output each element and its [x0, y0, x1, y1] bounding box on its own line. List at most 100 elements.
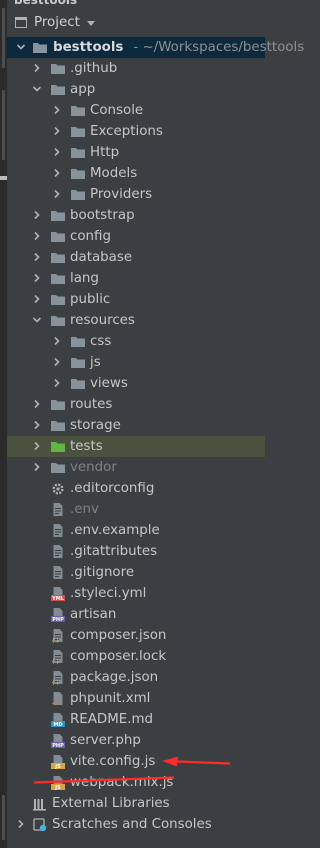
tool-window-tab[interactable]: [2, 90, 5, 160]
md-file-icon: MD: [51, 712, 65, 727]
tree-file-server-php[interactable]: PHP server.php: [7, 730, 265, 751]
tree-item-label: artisan: [70, 607, 117, 622]
chevron-right-icon[interactable]: [52, 126, 62, 136]
tree-file-external-libraries[interactable]: External Libraries: [7, 793, 265, 814]
tree-folder-besttools[interactable]: besttools - ~/Workspaces/besttools: [7, 37, 304, 58]
tree-item-label: .env: [70, 502, 99, 517]
tree-folder-models[interactable]: Models: [7, 163, 265, 184]
tree-folder-routes[interactable]: routes: [7, 394, 265, 415]
chevron-down-icon[interactable]: [32, 315, 42, 325]
chevron-right-icon[interactable]: [16, 819, 26, 829]
tree-file-phpunit-xml[interactable]: <> phpunit.xml: [7, 688, 265, 709]
tree-file-composer-json[interactable]: {} composer.json: [7, 625, 265, 646]
scratches-icon: [33, 817, 47, 832]
tree-item-label: storage: [70, 418, 121, 433]
tree-file-vite-config-js[interactable]: JS vite.config.js: [7, 751, 265, 772]
tree-file-gitattributes[interactable]: .gitattributes: [7, 541, 265, 562]
tree-folder-js[interactable]: js: [7, 352, 265, 373]
folder-icon: [51, 441, 65, 452]
svg-text:PHP: PHP: [52, 743, 64, 748]
folder-icon: [51, 462, 65, 473]
tree-item-label: .gitignore: [70, 565, 135, 580]
tree-folder-app[interactable]: app: [7, 79, 265, 100]
tree-folder-lang[interactable]: lang: [7, 268, 265, 289]
folder-icon: [51, 420, 65, 431]
tree-folder-css[interactable]: css: [7, 331, 265, 352]
chevron-right-icon[interactable]: [32, 462, 42, 472]
tree-folder-console[interactable]: Console: [7, 100, 265, 121]
tree-item-label: vite.config.js: [70, 754, 156, 769]
folder-icon: [71, 189, 85, 200]
tree-item-label: config: [70, 229, 111, 244]
php-file-icon: PHP: [51, 607, 65, 622]
chevron-down-icon[interactable]: [32, 84, 42, 94]
chevron-right-icon[interactable]: [32, 420, 42, 430]
tool-window-tab[interactable]: [2, 8, 5, 68]
tree-folder-storage[interactable]: storage: [7, 415, 265, 436]
text-file-icon: [51, 523, 65, 537]
library-icon: [33, 796, 47, 811]
tree-item-label: README.md: [70, 712, 154, 727]
svg-text:{}: {}: [51, 658, 60, 664]
chevron-right-icon[interactable]: [32, 231, 42, 241]
project-view-title[interactable]: Project: [34, 15, 80, 30]
tree-file-editorconfig[interactable]: .editorconfig: [7, 478, 265, 499]
chevron-right-icon[interactable]: [32, 399, 42, 409]
chevron-right-icon[interactable]: [52, 105, 62, 115]
chevron-down-icon[interactable]: [86, 20, 95, 26]
tree-file-env[interactable]: .env: [7, 499, 265, 520]
tree-file-composer-lock[interactable]: {} composer.lock: [7, 646, 265, 667]
chevron-right-icon[interactable]: [32, 252, 42, 262]
chevron-down-icon[interactable]: [16, 42, 26, 52]
tree-file-webpack-mix-js[interactable]: JS webpack.mix.js: [7, 772, 265, 793]
chevron-right-icon[interactable]: [32, 210, 42, 220]
chevron-right-icon[interactable]: [52, 189, 62, 199]
tree-folder-public[interactable]: public: [7, 289, 265, 310]
tree-folder-vendor[interactable]: vendor: [7, 457, 265, 478]
tree-file-readme-md[interactable]: MD README.md: [7, 709, 265, 730]
tool-window-tab[interactable]: [2, 795, 5, 840]
folder-icon: [71, 357, 85, 368]
project-tree: besttools - ~/Workspaces/besttools .github…: [7, 37, 304, 835]
svg-text:PHP: PHP: [52, 617, 64, 622]
svg-text:{}: {}: [51, 637, 60, 643]
folder-icon: [51, 231, 65, 242]
tree-folder-github[interactable]: .github: [7, 58, 265, 79]
chevron-right-icon[interactable]: [52, 168, 62, 178]
chevron-right-icon[interactable]: [52, 378, 62, 388]
tree-folder-providers[interactable]: Providers: [7, 184, 265, 205]
left-tool-strip: [0, 0, 7, 848]
tree-item-label: Exceptions: [90, 124, 163, 139]
folder-icon: [51, 84, 65, 95]
tree-item-label: tests: [70, 439, 103, 454]
chevron-right-icon[interactable]: [32, 273, 42, 283]
chevron-right-icon[interactable]: [32, 441, 42, 451]
tree-folder-exceptions[interactable]: Exceptions: [7, 121, 265, 142]
chevron-right-icon[interactable]: [32, 63, 42, 73]
folder-icon: [51, 63, 65, 74]
tree-folder-bootstrap[interactable]: bootstrap: [7, 205, 265, 226]
tree-folder-tests[interactable]: tests: [7, 436, 265, 457]
tree-item-label: css: [90, 334, 112, 349]
tree-item-label: package.json: [70, 670, 159, 685]
tree-file-gitignore[interactable]: .gitignore: [7, 562, 265, 583]
tree-file-env-example[interactable]: .env.example: [7, 520, 265, 541]
tree-folder-http[interactable]: Http: [7, 142, 265, 163]
tree-folder-database[interactable]: database: [7, 247, 265, 268]
chevron-right-icon[interactable]: [52, 357, 62, 367]
tree-folder-views[interactable]: views: [7, 373, 265, 394]
text-file-icon: [51, 544, 65, 558]
folder-icon: [71, 126, 85, 137]
chevron-right-icon[interactable]: [32, 294, 42, 304]
tree-item-label: routes: [70, 397, 113, 412]
tree-file-artisan[interactable]: PHP artisan: [7, 604, 265, 625]
tree-item-label: besttools - ~/Workspaces/besttools: [53, 40, 305, 55]
tree-file-package-json[interactable]: {} package.json: [7, 667, 265, 688]
tree-folder-config[interactable]: config: [7, 226, 265, 247]
tree-file-styleci-yml[interactable]: YML .styleci.yml: [7, 583, 265, 604]
chevron-right-icon[interactable]: [52, 147, 62, 157]
project-path: - ~/Workspaces/besttools: [133, 40, 305, 55]
tree-folder-resources[interactable]: resources: [7, 310, 265, 331]
tree-file-scratches-and-consoles[interactable]: Scratches and Consoles: [7, 814, 265, 835]
chevron-right-icon[interactable]: [52, 336, 62, 346]
